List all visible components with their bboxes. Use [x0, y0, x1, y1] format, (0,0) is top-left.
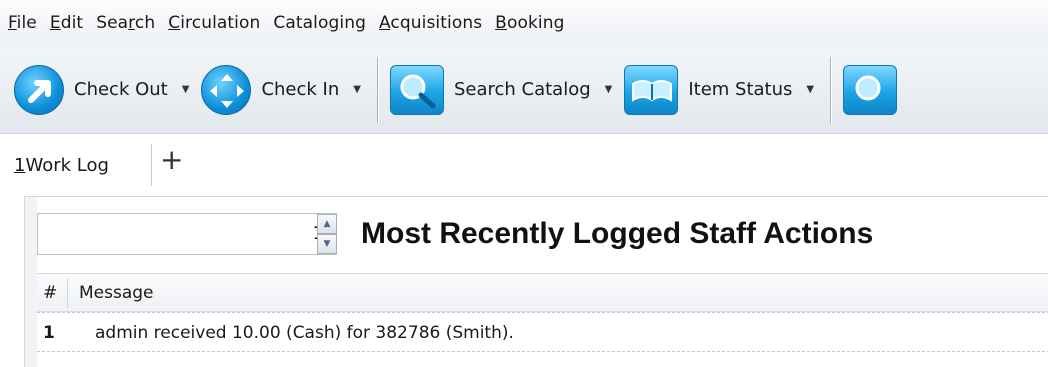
column-header-message[interactable]: Message: [79, 283, 154, 303]
menu-circulation[interactable]: Circulation: [168, 13, 260, 33]
stepper-up-icon[interactable]: ▲: [317, 214, 337, 234]
check-in-icon: [201, 64, 252, 115]
menu-file[interactable]: File: [8, 13, 37, 33]
check-out-icon: [14, 64, 64, 115]
search-icon: [843, 64, 898, 115]
toolbar: Check Out ▼ Check In ▼ Search Catalog ▼ …: [0, 46, 1048, 134]
panel-margin: [25, 197, 37, 367]
tab-strip: 1 Work Log +: [0, 134, 1048, 186]
menu-cataloging[interactable]: Cataloging: [273, 13, 366, 33]
toolbar-separator: [376, 56, 378, 123]
table-row[interactable]: 1 admin received 10.00 (Cash) for 382786…: [37, 312, 1048, 352]
column-divider[interactable]: [67, 278, 68, 308]
panel-title: Most Recently Logged Staff Actions: [361, 217, 874, 250]
entries-count-stepper: ▲ ▼: [317, 214, 337, 254]
search-catalog-icon: [389, 64, 444, 115]
row-message: admin received 10.00 (Cash) for 382786 (…: [95, 323, 514, 343]
item-status-button[interactable]: Item Status ▼: [624, 58, 814, 122]
staff-actions-table: # Message 1 admin received 10.00 (Cash) …: [37, 273, 1048, 367]
menu-booking[interactable]: Booking: [495, 13, 564, 33]
chevron-down-icon[interactable]: ▼: [182, 84, 190, 95]
stepper-down-icon[interactable]: ▼: [317, 234, 337, 254]
column-header-number[interactable]: #: [43, 283, 57, 303]
check-in-button[interactable]: Check In ▼: [201, 58, 361, 122]
chevron-down-icon[interactable]: ▼: [353, 84, 361, 95]
search-button-partial[interactable]: [843, 58, 898, 122]
search-catalog-button[interactable]: Search Catalog ▼: [389, 58, 613, 122]
toolbar-separator: [830, 56, 832, 123]
menu-bar: File Edit Search Circulation Cataloging …: [0, 0, 1048, 46]
row-number: 1: [43, 323, 55, 343]
add-tab-icon[interactable]: +: [160, 146, 183, 174]
chevron-down-icon[interactable]: ▼: [806, 84, 814, 95]
book-icon: [624, 64, 679, 115]
chevron-down-icon[interactable]: ▼: [605, 84, 613, 95]
tab-work-log[interactable]: 1 Work Log: [0, 144, 152, 186]
menu-search[interactable]: Search: [96, 13, 155, 33]
entries-count-input[interactable]: 1: [37, 213, 337, 255]
menu-acquisitions[interactable]: Acquisitions: [379, 13, 482, 33]
table-header: # Message: [37, 274, 1048, 312]
menu-edit[interactable]: Edit: [50, 13, 83, 33]
work-log-panel: 1 ▲ ▼ Most Recently Logged Staff Actions…: [24, 196, 1048, 367]
check-out-button[interactable]: Check Out ▼: [14, 58, 189, 122]
